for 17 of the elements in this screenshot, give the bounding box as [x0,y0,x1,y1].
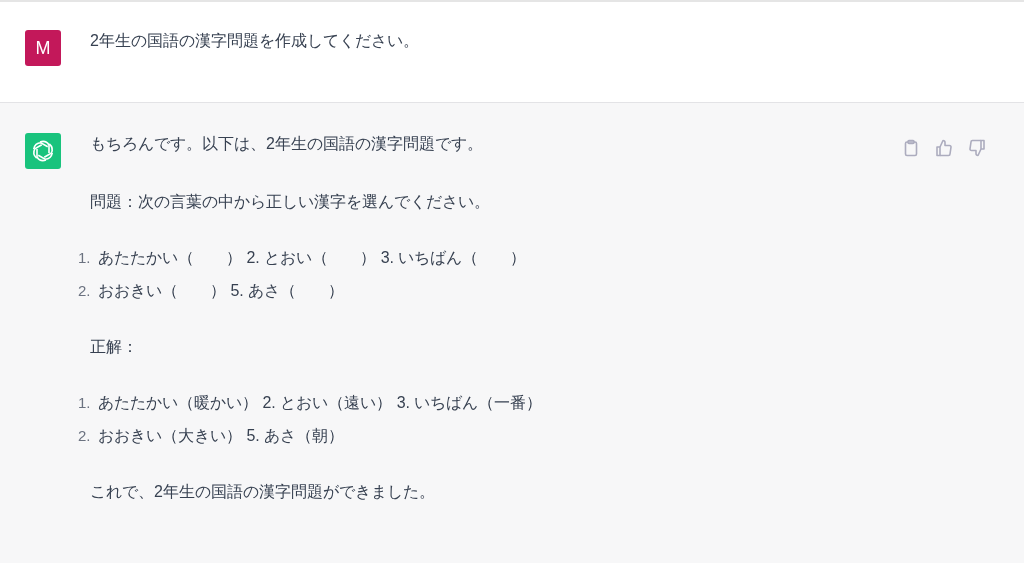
thumbs-up-icon[interactable] [935,139,953,157]
list-item: あたたかい（暖かい） 2. とおい（遠い） 3. いちばん（一番） [98,393,543,413]
message-text: もちろんです。以下は、2年生の国語の漢字問題です。 [90,134,484,154]
message-text: 2年生の国語の漢字問題を作成してください。 [90,31,419,51]
list-item: あたたかい（ ） 2. とおい（ ） 3. いちばん（ ） [98,248,527,268]
clipboard-icon[interactable] [902,139,920,157]
message-text: 問題：次の言葉の中から正しい漢字を選んでください。 [90,192,491,212]
list-number: 1. [78,393,92,413]
list-item: おおきい（大きい） 5. あさ（朝） [98,426,345,446]
message-text: これで、2年生の国語の漢字問題ができました。 [90,482,436,502]
list-item: おおきい（ ） 5. あさ（ ） [98,281,345,301]
user-avatar: M [25,30,61,66]
list-number: 2. [78,281,92,301]
list-number: 1. [78,248,92,268]
message-text: 正解： [90,337,139,357]
list-number: 2. [78,426,92,446]
thumbs-down-icon[interactable] [968,139,986,157]
